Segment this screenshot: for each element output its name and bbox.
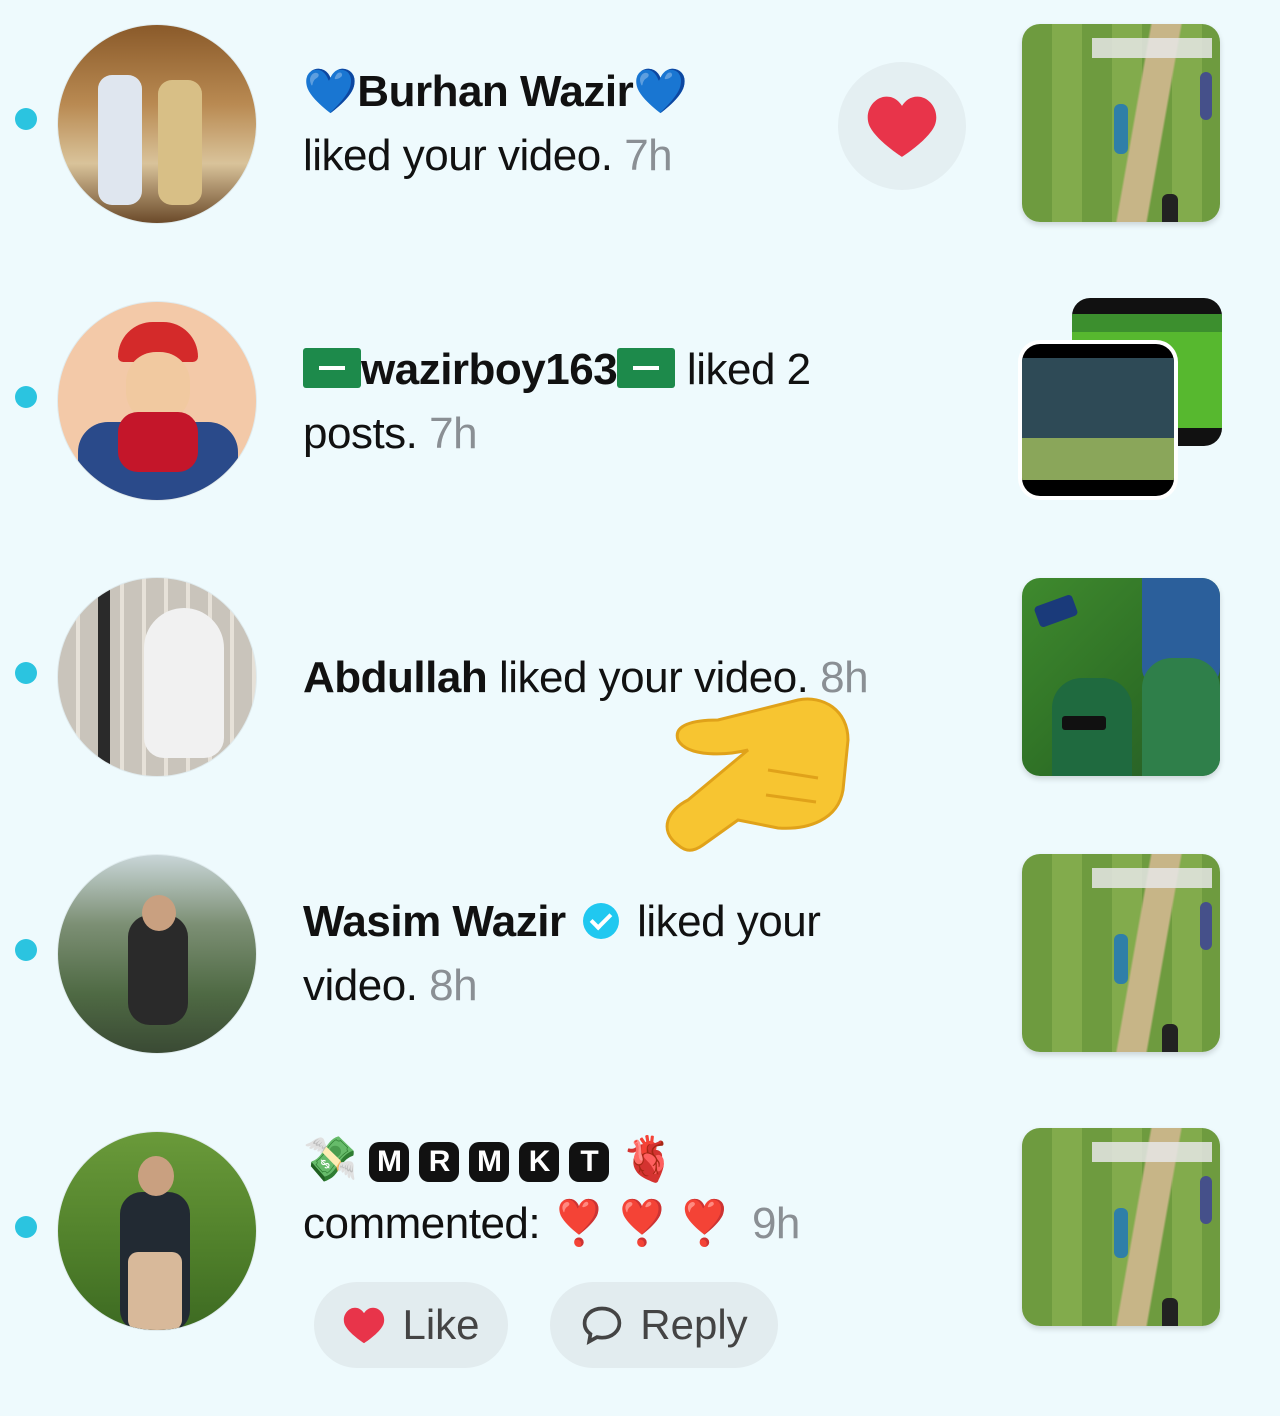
action-text: liked 2	[686, 345, 811, 394]
unread-dot	[15, 939, 37, 961]
username[interactable]: Abdullah	[303, 653, 488, 702]
avatar[interactable]	[58, 578, 256, 776]
post-thumbnail[interactable]	[1022, 854, 1220, 1052]
post-thumbnail-front	[1022, 344, 1174, 496]
post-thumbnail-stack[interactable]	[1022, 298, 1222, 498]
notification-text: 💙Burhan Wazir💙 liked your video. 7h	[303, 60, 688, 188]
notification-text: wazirboy163 liked 2 posts. 7h	[303, 338, 811, 466]
verified-badge-icon	[583, 903, 620, 939]
unread-dot	[15, 386, 37, 408]
username[interactable]: wazirboy163	[303, 345, 676, 394]
action-text-continued: video.	[303, 961, 418, 1010]
letter-badge: T	[571, 1144, 608, 1181]
action-text: commented:	[303, 1199, 541, 1248]
action-text: liked your video.	[303, 131, 613, 180]
unread-dot	[15, 662, 37, 684]
pointing-hand-icon	[648, 670, 858, 860]
timestamp: 7h	[429, 409, 478, 458]
comment-text: ❣️❣️❣️	[551, 1199, 741, 1248]
heart-organ-emoji: 🫀	[621, 1135, 676, 1184]
letter-badge: M	[471, 1144, 508, 1181]
post-thumbnail[interactable]	[1022, 24, 1220, 222]
avatar[interactable]	[58, 302, 256, 500]
money-emoji: 💸	[303, 1135, 358, 1184]
reply-label: Reply	[640, 1301, 748, 1348]
heart-icon	[867, 96, 937, 157]
timestamp: 7h	[624, 131, 673, 180]
like-comment-button[interactable]: Like	[314, 1282, 508, 1368]
like-label: Like	[402, 1301, 480, 1348]
notification-text: Wasim Wazir liked your video. 8h	[303, 890, 821, 1018]
heart-icon	[344, 1307, 385, 1344]
chat-bubble-icon	[583, 1306, 622, 1345]
unread-dot	[15, 108, 37, 130]
timestamp: 9h	[751, 1199, 800, 1248]
timestamp: 8h	[429, 961, 478, 1010]
notification-text: 💸 M R M K T 🫀 commented: ❣️❣️❣️ 9h	[303, 1128, 800, 1256]
avatar[interactable]	[58, 25, 256, 223]
letter-badge: K	[521, 1144, 558, 1181]
like-heart-button[interactable]	[838, 62, 966, 190]
action-text: liked your	[637, 897, 821, 946]
letter-badge: M	[371, 1144, 408, 1181]
post-thumbnail[interactable]	[1022, 1128, 1220, 1326]
avatar[interactable]	[58, 1132, 256, 1330]
username[interactable]: 💸 M R M K T 🫀	[303, 1135, 676, 1184]
username[interactable]: Wasim Wazir	[303, 897, 625, 946]
username[interactable]: 💙Burhan Wazir💙	[303, 67, 688, 116]
reply-button[interactable]: Reply	[550, 1282, 778, 1368]
flag-icon	[617, 348, 676, 388]
letter-badge: R	[421, 1144, 458, 1181]
flag-icon	[303, 348, 361, 388]
unread-dot	[15, 1216, 37, 1238]
avatar[interactable]	[58, 855, 256, 1053]
post-thumbnail[interactable]	[1022, 578, 1220, 776]
action-text-continued: posts.	[303, 409, 418, 458]
